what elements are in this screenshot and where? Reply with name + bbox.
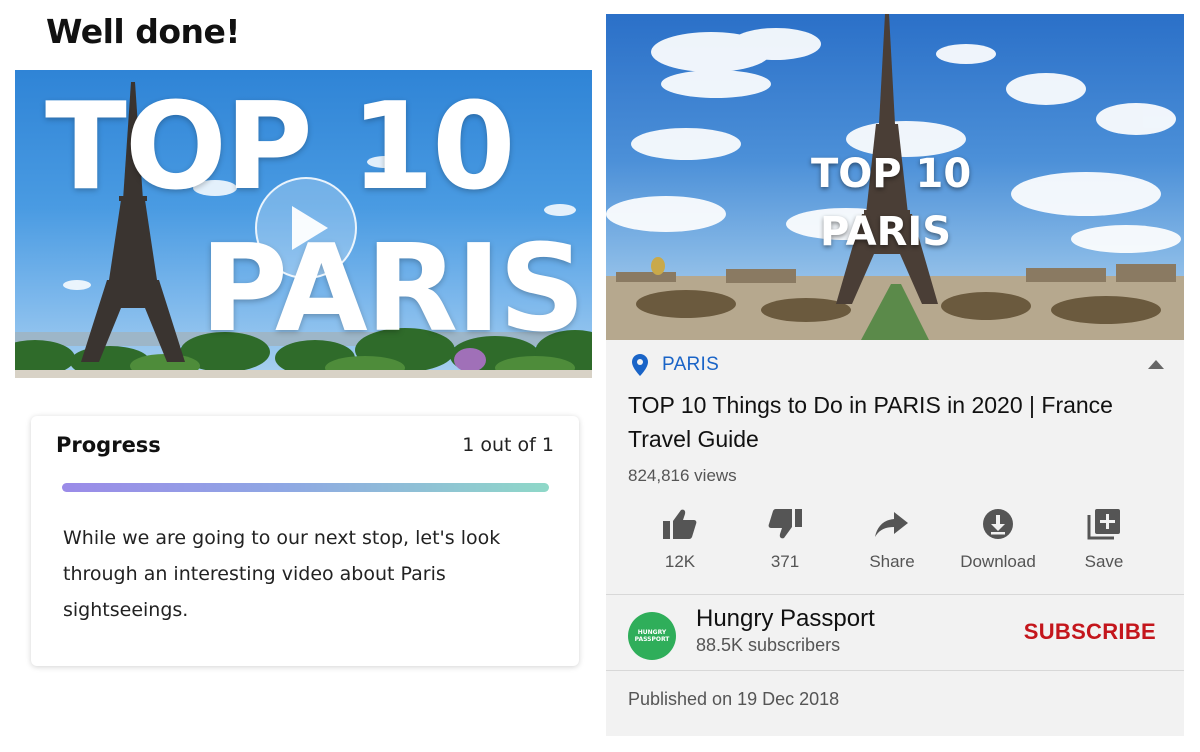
save-playlist-icon <box>1087 509 1120 540</box>
divider <box>606 670 1184 671</box>
dislike-button[interactable]: 371 <box>735 508 835 572</box>
share-label: Share <box>869 552 915 571</box>
progress-description: While we are going to our next stop, let… <box>63 527 501 621</box>
dislike-count: 371 <box>770 552 800 571</box>
download-button[interactable]: Download <box>948 508 1048 572</box>
progress-bar-fill <box>62 483 549 492</box>
like-button[interactable]: 12K <box>630 508 730 572</box>
thumbs-down-icon <box>768 509 802 539</box>
lesson-panel: Well done! TOP 10 PARIS Progress 1 out o… <box>0 0 600 752</box>
location-label: PARIS <box>662 354 720 375</box>
subscriber-count: 88.5K subscribers <box>696 635 841 655</box>
progress-bar <box>62 483 549 492</box>
progress-title: Progress <box>56 433 161 457</box>
progress-card: Progress 1 out of 1 While we are going t… <box>31 416 579 666</box>
page-title: Well done! <box>46 12 240 51</box>
channel-name[interactable]: Hungry Passport <box>696 605 875 633</box>
player-title-line1: TOP 10 <box>811 151 972 197</box>
video-page: TOP 10 PARIS PARIS TOP 10 Things to Do i… <box>606 14 1184 736</box>
progress-count: 1 out of 1 <box>462 434 554 456</box>
download-icon <box>983 509 1013 539</box>
view-count: 824,816 views <box>628 466 737 485</box>
thumbnail-title-line2: PARIS <box>200 220 585 359</box>
thumbs-up-icon <box>663 509 697 539</box>
location-pin-icon <box>632 354 648 376</box>
save-label: Save <box>1084 552 1124 571</box>
like-count: 12K <box>664 552 696 571</box>
action-bar: 12K 371 Share Download Save <box>606 508 1184 572</box>
video-title: TOP 10 Things to Do in PARIS in 2020 | F… <box>628 392 1113 452</box>
video-thumbnail[interactable]: TOP 10 PARIS <box>15 70 592 378</box>
channel-avatar[interactable]: HUNGRY PASSPORT <box>628 612 676 660</box>
location-tag[interactable]: PARIS <box>632 354 719 376</box>
divider <box>606 594 1184 595</box>
player-title-line2: PARIS <box>820 209 952 255</box>
share-button[interactable]: Share <box>842 508 942 572</box>
play-button[interactable] <box>255 177 357 279</box>
play-icon <box>292 206 328 250</box>
collapse-details-icon[interactable] <box>1148 360 1164 369</box>
avatar-text: HUNGRY <box>637 629 667 636</box>
share-icon <box>875 512 908 537</box>
avatar-text: PASSPORT <box>634 636 670 643</box>
save-button[interactable]: Save <box>1054 508 1154 572</box>
subscribe-button[interactable]: SUBSCRIBE <box>1024 619 1156 645</box>
published-date: Published on 19 Dec 2018 <box>628 689 840 709</box>
download-label: Download <box>960 552 1036 571</box>
video-player[interactable]: TOP 10 PARIS <box>606 14 1184 340</box>
